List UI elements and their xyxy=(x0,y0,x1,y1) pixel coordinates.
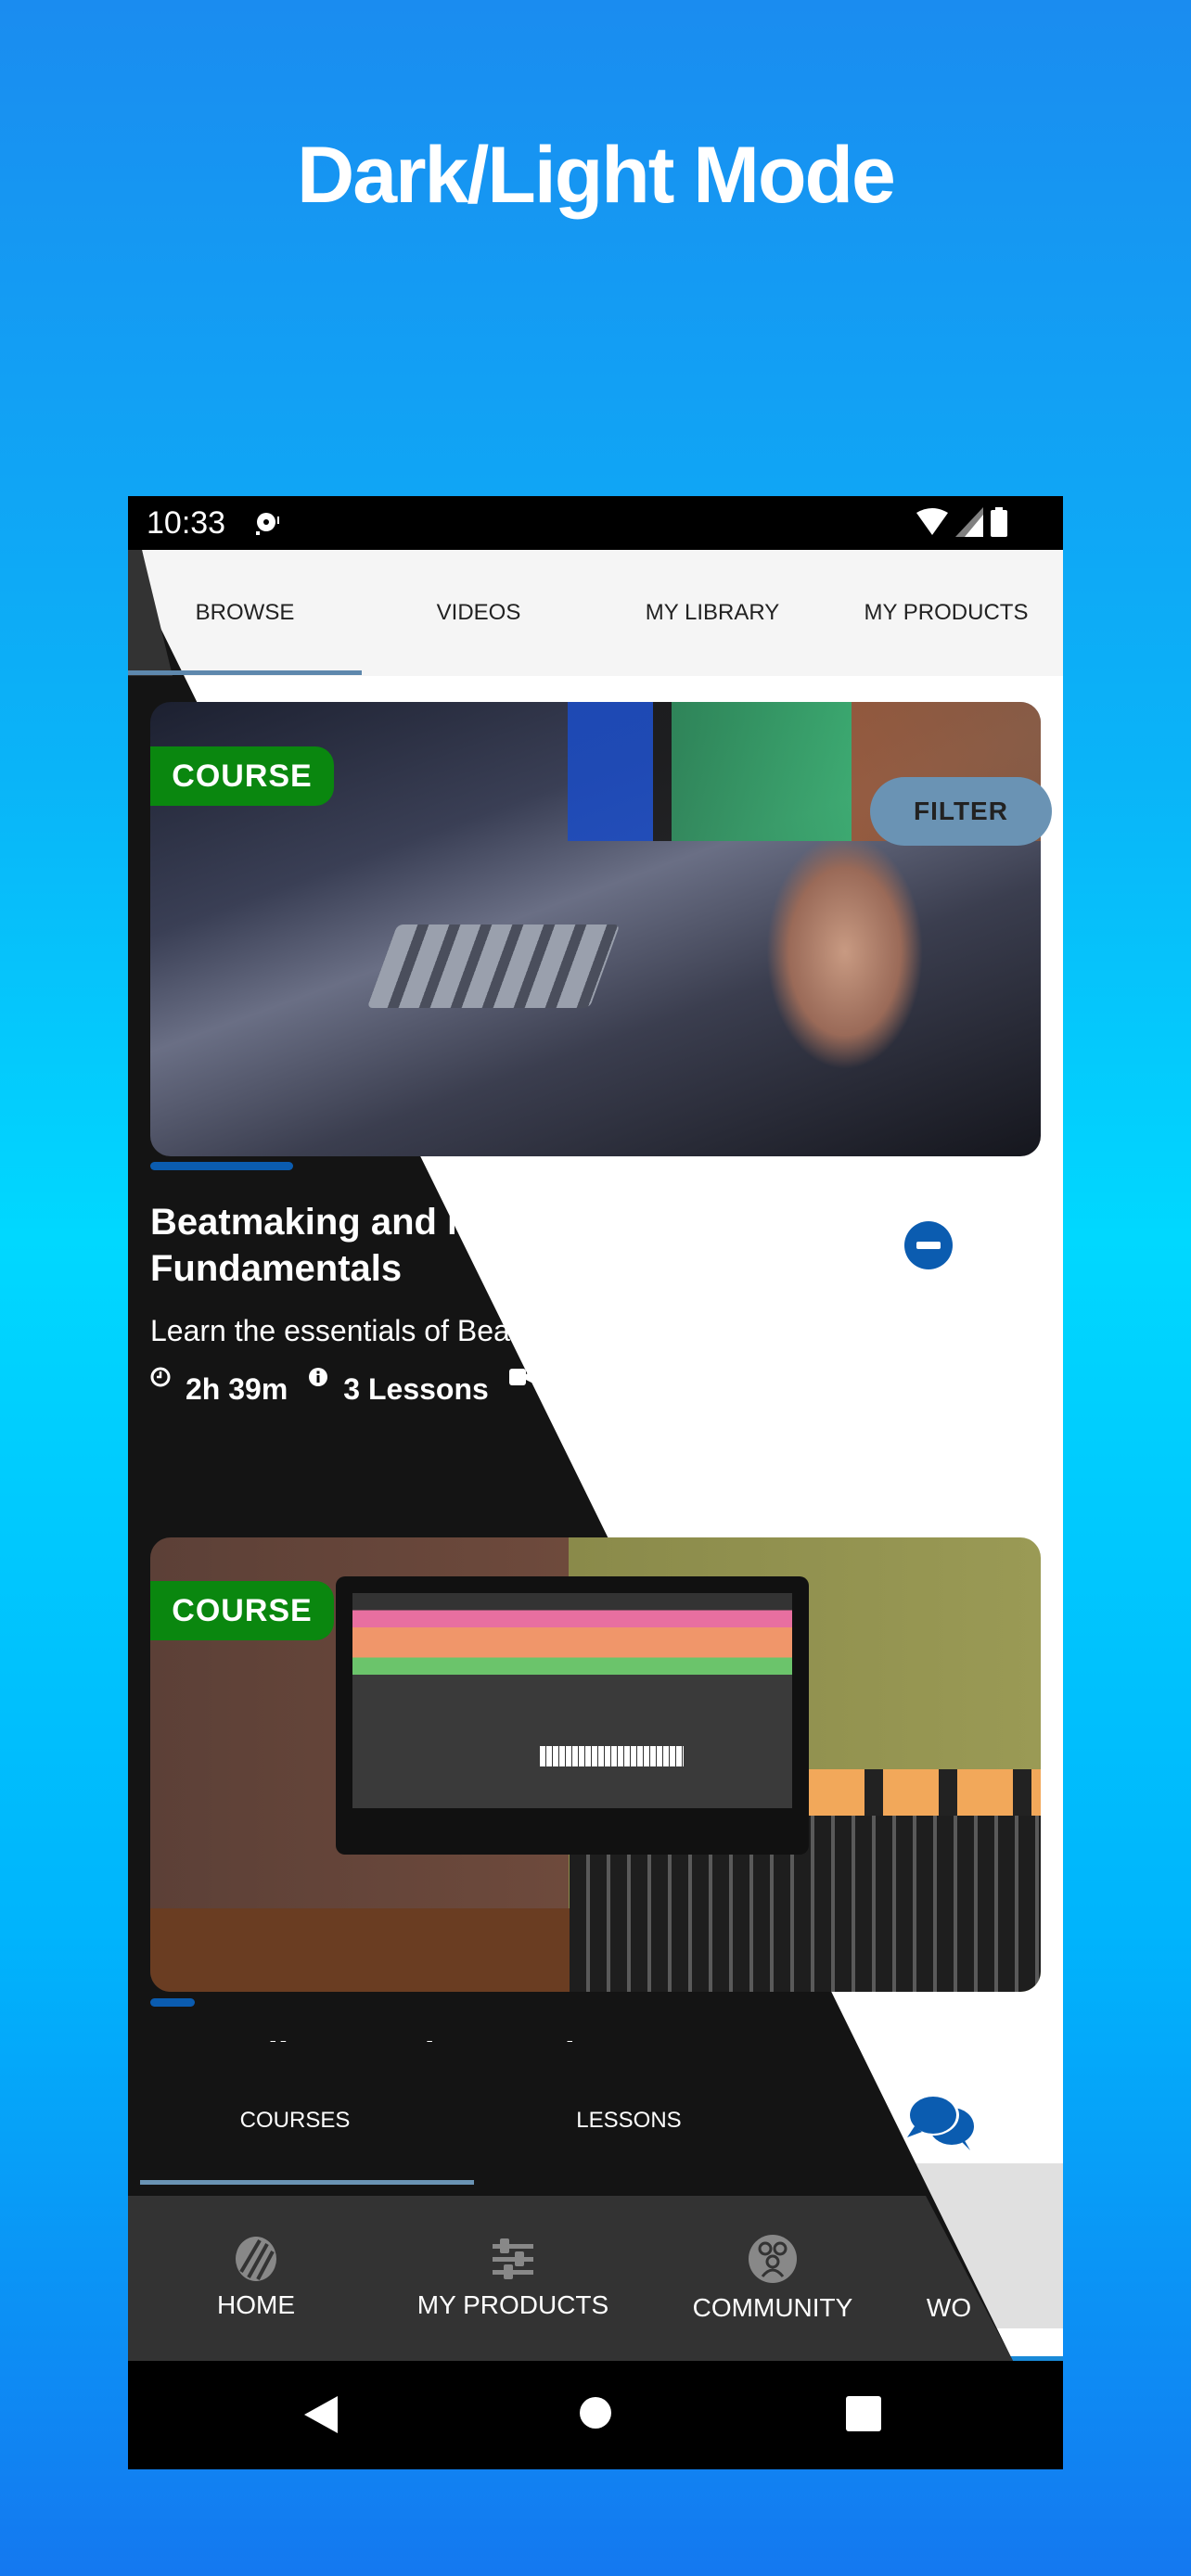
tab-courses[interactable]: COURSES xyxy=(128,2060,462,2181)
filter-button[interactable]: FILTER xyxy=(870,777,1052,846)
top-tab-bar: BROWSE VIDEOS MY LIBRARY MY PRODUCTS xyxy=(128,550,1063,676)
cellular-signal-icon xyxy=(955,507,983,537)
nav-my-products[interactable]: MY PRODUCTS xyxy=(392,2196,634,2361)
course-progress-bar xyxy=(150,1998,1041,2007)
course-title[interactable]: Recording Fundamentals xyxy=(150,2031,985,2042)
status-time: 10:33 xyxy=(147,505,226,541)
sliders-icon xyxy=(493,2238,533,2279)
back-icon[interactable] xyxy=(304,2396,339,2433)
remove-course-button[interactable] xyxy=(904,1221,953,1269)
battery-icon xyxy=(991,507,1007,537)
video-camera-icon xyxy=(508,1369,537,1385)
content-tab-indicator xyxy=(140,2180,474,2185)
tab-my-library[interactable]: MY LIBRARY xyxy=(596,550,829,676)
headline: Dark/Light Mode xyxy=(297,131,896,220)
course-meta: 2h 39m 3 Lessons 14 Videos xyxy=(150,1367,711,1407)
course-badge: COURSE xyxy=(150,746,334,806)
clock-icon xyxy=(150,1367,171,1387)
tab-lessons[interactable]: LESSONS xyxy=(462,2060,796,2181)
course-description: Learn the essentials of Beatmaking and M… xyxy=(150,1314,963,1347)
nav-home[interactable]: HOME xyxy=(135,2196,377,2361)
system-navigation-bar xyxy=(128,2361,1063,2469)
nav-more[interactable]: WO xyxy=(889,2196,1009,2361)
course-progress-fill xyxy=(150,1998,195,2007)
course-progress-fill xyxy=(150,1162,293,1170)
home-circle-icon[interactable] xyxy=(579,2396,612,2429)
phone-screen: 10:33 BROWSE VIDEOS MY LIBRARY MY PRODUC… xyxy=(128,496,1063,2469)
wifi-icon xyxy=(916,508,948,535)
tab-my-products[interactable]: MY PRODUCTS xyxy=(829,550,1063,676)
nav-community[interactable]: COMMUNITY xyxy=(652,2196,893,2361)
duration: 2h 39m xyxy=(150,1367,288,1407)
status-bar: 10:33 xyxy=(128,496,1063,550)
bottom-navigation: HOME MY PRODUCTS COMMUNITY WO xyxy=(128,2196,1063,2361)
recents-square-icon[interactable] xyxy=(846,2396,881,2431)
home-logo-icon xyxy=(236,2237,276,2281)
active-tab-indicator xyxy=(128,670,362,675)
videos-count: 14 Videos xyxy=(508,1369,690,1407)
course-title[interactable]: Beatmaking and Mixing Fundamentals xyxy=(150,1199,633,1292)
tab-videos[interactable]: VIDEOS xyxy=(362,550,596,676)
course-progress-bar xyxy=(150,1162,1041,1170)
tab-browse[interactable]: BROWSE xyxy=(128,550,362,676)
community-icon xyxy=(749,2235,797,2283)
chat-bubbles-icon[interactable] xyxy=(905,2093,980,2152)
lessons-count: 3 Lessons xyxy=(308,1368,489,1407)
course-badge: COURSE xyxy=(150,1581,334,1640)
info-icon xyxy=(309,1368,328,1386)
notification-icon xyxy=(256,513,279,535)
content-tab-bar: COURSES LESSONS xyxy=(128,2060,1063,2190)
